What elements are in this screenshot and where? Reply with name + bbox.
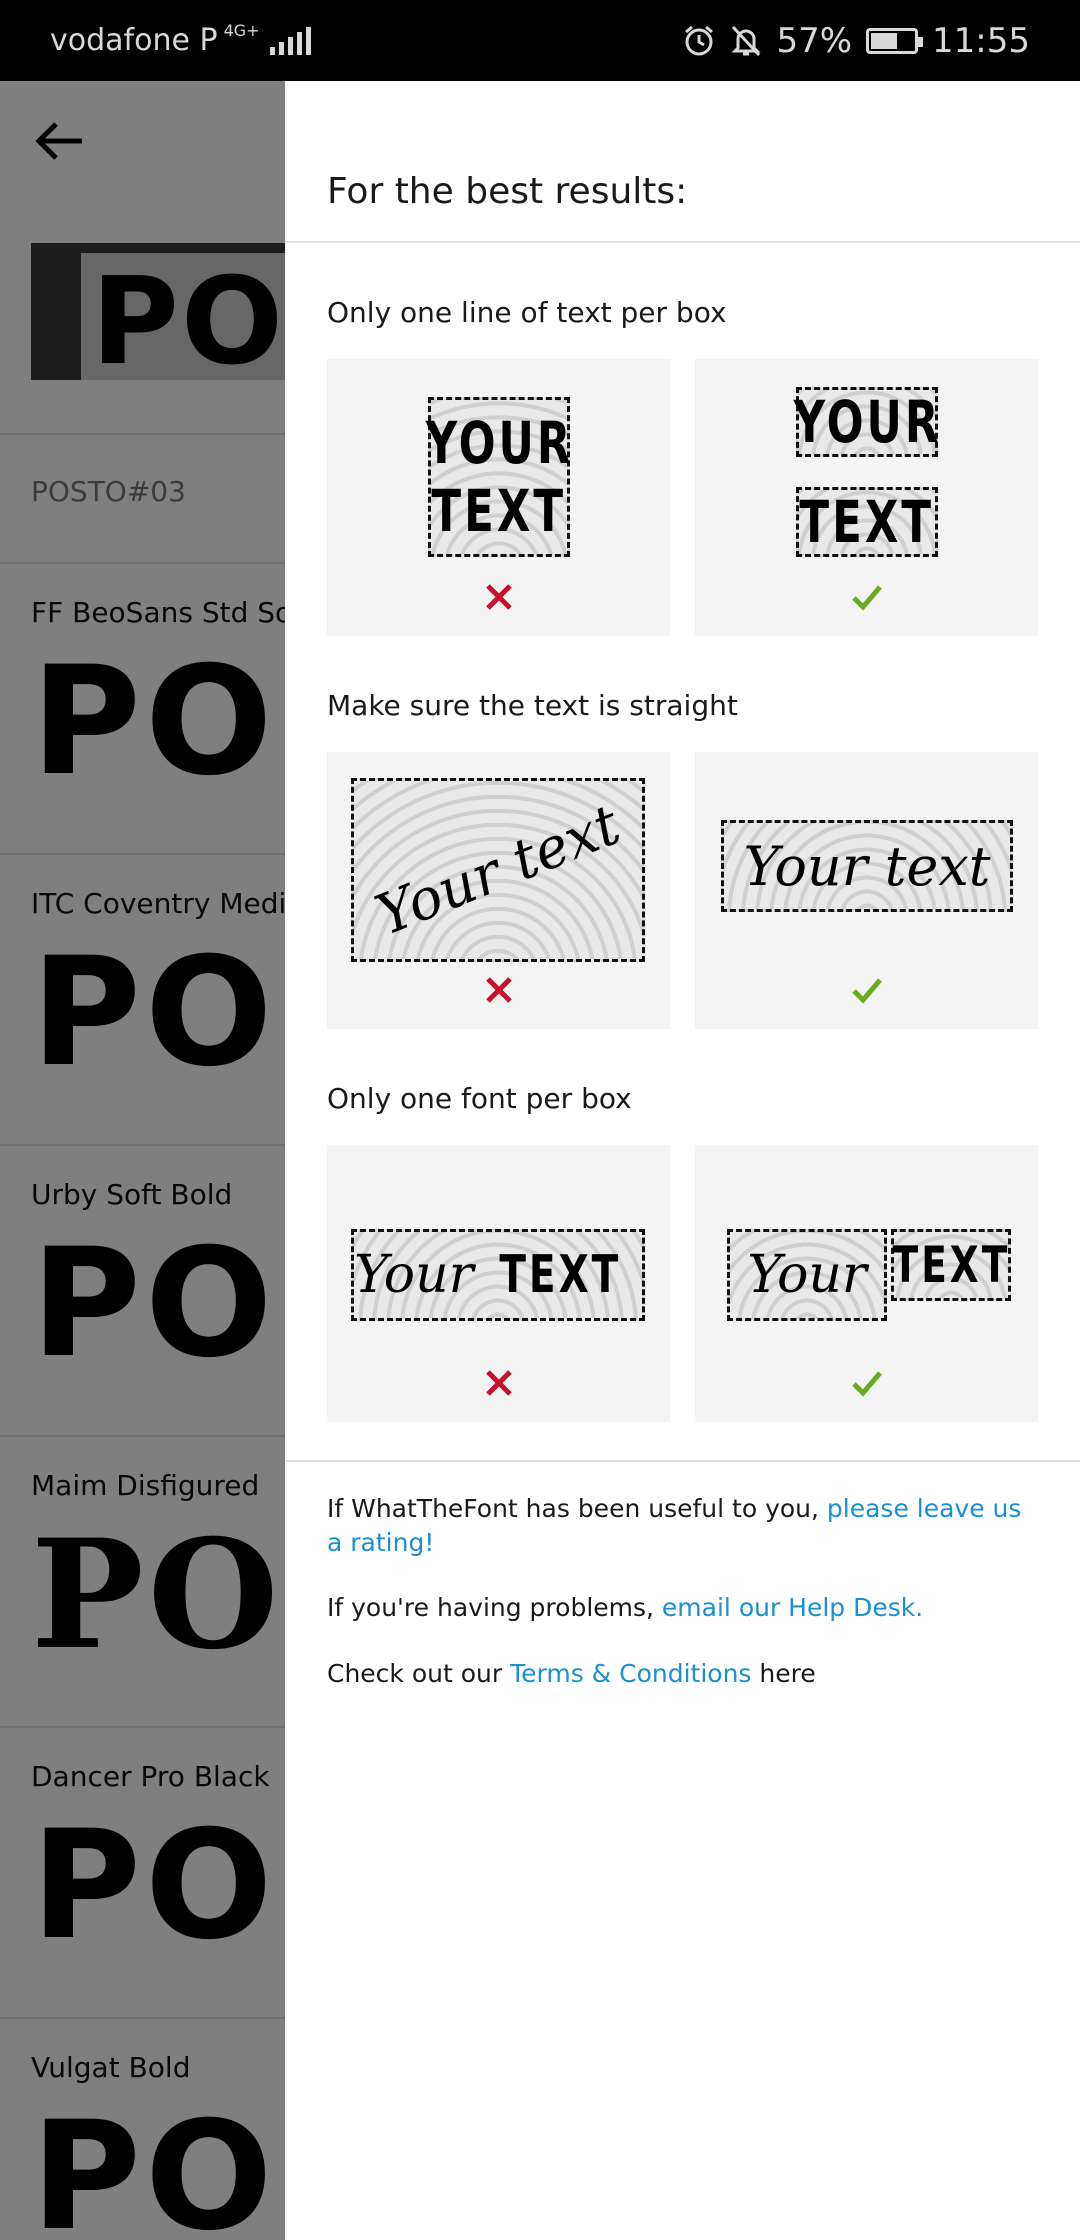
divider bbox=[285, 1460, 1080, 1462]
battery-icon bbox=[866, 27, 924, 54]
clock: 11:55 bbox=[932, 20, 1030, 61]
battery-percent: 57% bbox=[776, 20, 853, 61]
tips-drawer: For the best results: Only one line of t… bbox=[285, 81, 1080, 2240]
example-box: TEXT bbox=[891, 1229, 1011, 1301]
check-icon bbox=[851, 978, 882, 1004]
carrier-name: vodafone P bbox=[50, 23, 218, 58]
tip-straight-title: Make sure the text is straight bbox=[327, 689, 738, 722]
example-box: Your text bbox=[351, 778, 645, 962]
tip-card-wrong: Your text bbox=[327, 752, 670, 1029]
tip-card-wrong: Your TEXT bbox=[327, 1145, 670, 1422]
example-box: YOUR bbox=[793, 387, 941, 457]
bell-off-icon bbox=[731, 25, 762, 56]
cross-icon bbox=[485, 584, 512, 610]
tip-card-right: YOUR TEXT bbox=[695, 359, 1038, 636]
tip-card-right: Your TEXT bbox=[695, 1145, 1038, 1422]
rate-app-text: If WhatTheFont has been useful to you, p… bbox=[327, 1494, 1022, 1557]
check-icon bbox=[851, 585, 882, 611]
status-bar: vodafone P 4G+ 57% 11:55 bbox=[0, 0, 1080, 81]
example-box: Your text bbox=[721, 820, 1013, 912]
help-desk-text: If you're having problems, email our Hel… bbox=[327, 1593, 924, 1622]
example-box: TEXT bbox=[796, 487, 938, 557]
divider bbox=[285, 241, 1080, 243]
tip-card-right: Your text bbox=[695, 752, 1038, 1029]
status-right: 57% 11:55 bbox=[682, 21, 1030, 61]
help-desk-link[interactable]: email our Help Desk. bbox=[662, 1593, 923, 1622]
drawer-title: For the best results: bbox=[327, 171, 688, 212]
tip-one-line-title: Only one line of text per box bbox=[327, 296, 727, 329]
signal-icon bbox=[269, 26, 311, 55]
terms-link[interactable]: Terms & Conditions bbox=[510, 1659, 751, 1688]
check-icon bbox=[851, 1371, 882, 1397]
network-type: 4G+ bbox=[223, 20, 260, 40]
cross-icon bbox=[485, 1370, 512, 1396]
tip-one-font-title: Only one font per box bbox=[327, 1082, 632, 1115]
terms-text: Check out our Terms & Conditions here bbox=[327, 1659, 816, 1688]
alarm-icon bbox=[685, 25, 714, 55]
example-box: Your bbox=[727, 1229, 887, 1321]
example-box: YOUR TEXT bbox=[425, 397, 570, 557]
tip-card-wrong: YOUR TEXT bbox=[327, 359, 670, 636]
cross-icon bbox=[485, 977, 512, 1003]
example-box: Your TEXT bbox=[351, 1229, 645, 1321]
status-left: vodafone P 4G+ bbox=[50, 20, 311, 58]
